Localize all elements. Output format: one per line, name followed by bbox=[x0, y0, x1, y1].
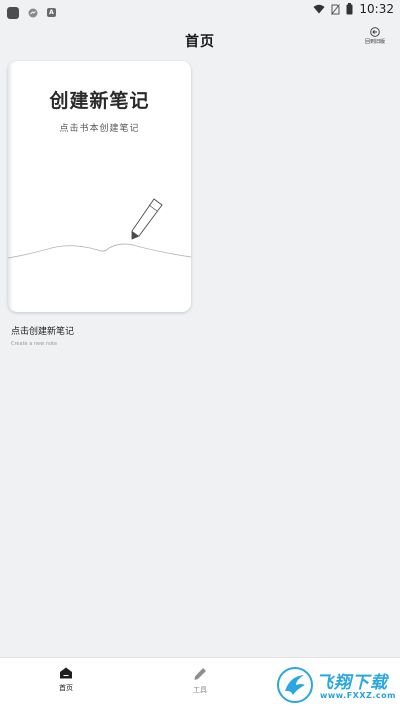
watermark-text: 飞翔下载 bbox=[316, 673, 388, 693]
messenger-icon bbox=[28, 3, 38, 22]
nav-home[interactable]: 首页 bbox=[36, 667, 96, 693]
battery-icon bbox=[346, 3, 353, 15]
back-to-old-version-button[interactable]: 回到旧版 bbox=[362, 27, 388, 45]
watermark-url: www.FXXZ.com bbox=[320, 691, 396, 700]
pen-on-open-book-illustration bbox=[8, 198, 191, 259]
old-version-label: 回到旧版 bbox=[364, 39, 385, 45]
status-time: 10:32 bbox=[359, 2, 394, 16]
nav-tools-label: 工具 bbox=[193, 686, 207, 694]
app-square-icon bbox=[7, 6, 19, 19]
wifi-icon bbox=[313, 4, 325, 14]
status-bar: A 10:32 bbox=[0, 0, 400, 19]
fxxz-logo-icon bbox=[277, 667, 313, 703]
create-note-sublabel: Create a new note bbox=[11, 341, 58, 347]
page-title: 首页 bbox=[185, 34, 215, 50]
no-sim-icon bbox=[331, 3, 341, 15]
nav-home-label: 首页 bbox=[59, 684, 73, 692]
system-icons: 10:32 bbox=[313, 2, 394, 16]
notebook-subtitle: 点击书本创建笔记 bbox=[59, 124, 140, 134]
a-icon: A bbox=[47, 8, 56, 17]
home-icon bbox=[59, 667, 73, 679]
notebook-title: 创建新笔记 bbox=[49, 90, 150, 112]
back-arrow-circle-icon bbox=[370, 27, 380, 37]
notification-icons: A bbox=[7, 3, 56, 22]
pen-icon bbox=[193, 667, 207, 681]
create-note-label[interactable]: 点击创建新笔记 bbox=[11, 324, 74, 337]
pencil-icon bbox=[131, 198, 163, 240]
create-note-notebook[interactable]: 创建新笔记 点击书本创建笔记 bbox=[8, 61, 191, 312]
watermark: 飞翔下载 www.FXXZ.com bbox=[276, 666, 396, 704]
header: 首页 回到旧版 bbox=[0, 22, 400, 58]
nav-tools[interactable]: 工具 bbox=[170, 667, 230, 695]
